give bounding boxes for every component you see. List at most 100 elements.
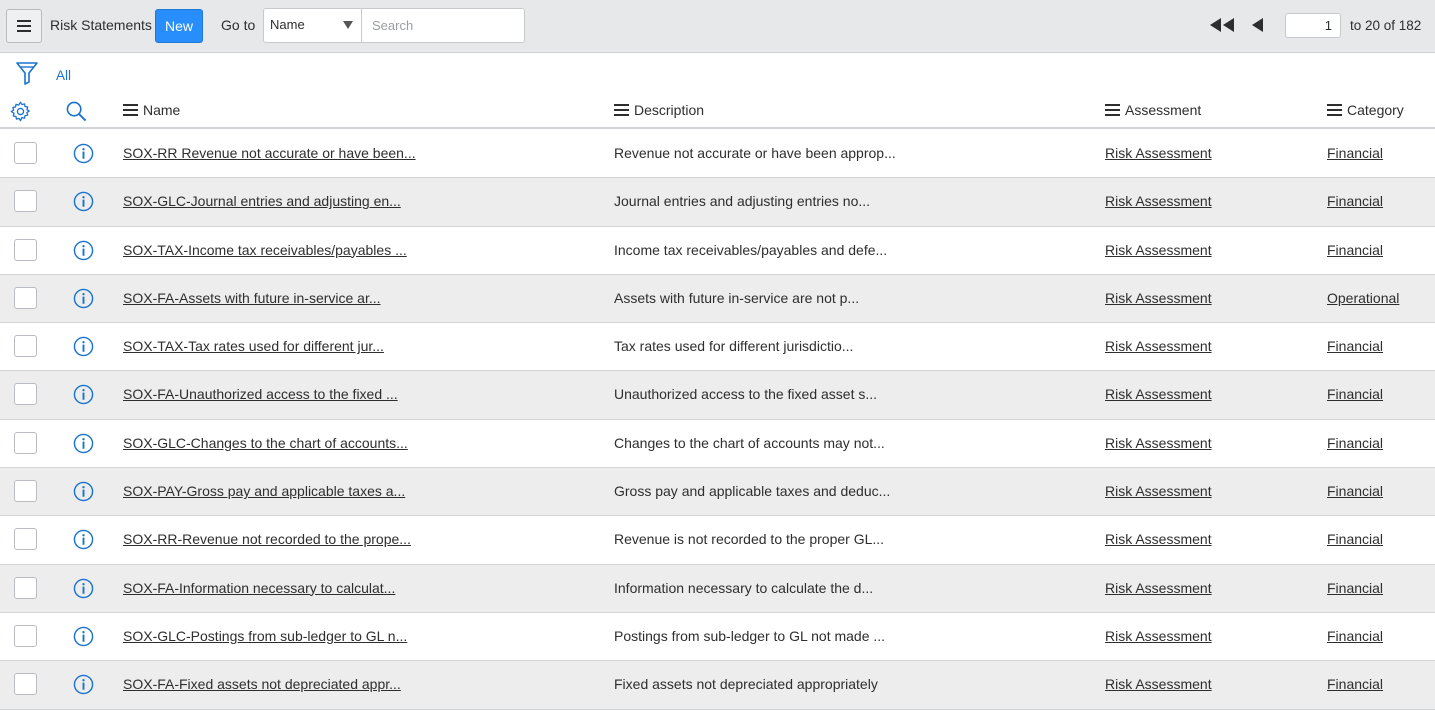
- row-select-cell: [0, 661, 60, 709]
- row-name-link[interactable]: SOX-FA-Unauthorized access to the fixed …: [123, 386, 398, 402]
- row-name-link[interactable]: SOX-RR Revenue not accurate or have been…: [123, 145, 416, 161]
- column-header-name[interactable]: Name: [123, 102, 180, 118]
- row-checkbox[interactable]: [14, 624, 37, 647]
- row-checkbox[interactable]: [14, 238, 37, 261]
- row-assessment-link[interactable]: Risk Assessment: [1105, 145, 1212, 161]
- row-name-link[interactable]: SOX-FA-Information necessary to calculat…: [123, 580, 395, 596]
- goto-field-select[interactable]: Name: [263, 8, 362, 43]
- info-circle-icon[interactable]: [73, 433, 94, 454]
- row-name-link[interactable]: SOX-RR-Revenue not recorded to the prope…: [123, 531, 411, 547]
- info-circle-icon[interactable]: [73, 191, 94, 212]
- goto-field-value: Name: [270, 17, 305, 32]
- table-row: SOX-FA-Fixed assets not depreciated appr…: [0, 661, 1435, 710]
- row-description: Fixed assets not depreciated appropriate…: [614, 676, 878, 693]
- list-header-bar: Risk Statements New Go to Name to 20 of …: [0, 0, 1435, 53]
- row-category-link[interactable]: Financial: [1327, 338, 1383, 354]
- column-menu-icon: [123, 104, 138, 116]
- column-header-category[interactable]: Category: [1327, 102, 1404, 118]
- column-header-row: Name Description Assessment Category: [0, 92, 1435, 129]
- row-select-cell: [0, 564, 60, 612]
- row-description: Income tax receivables/payables and defe…: [614, 241, 888, 258]
- row-checkbox[interactable]: [14, 431, 37, 454]
- table-row: SOX-GLC-Postings from sub-ledger to GL n…: [0, 612, 1435, 662]
- column-header-assessment[interactable]: Assessment: [1105, 102, 1201, 118]
- info-circle-icon[interactable]: [73, 336, 94, 357]
- row-category-link[interactable]: Financial: [1327, 435, 1383, 451]
- row-category-link[interactable]: Financial: [1327, 386, 1383, 402]
- info-circle-icon[interactable]: [73, 481, 94, 502]
- info-circle-icon[interactable]: [73, 626, 94, 647]
- column-label-description: Description: [634, 102, 705, 118]
- row-assessment-link[interactable]: Risk Assessment: [1105, 193, 1212, 209]
- column-menu-icon: [614, 104, 629, 116]
- row-name-link[interactable]: SOX-TAX-Tax rates used for different jur…: [123, 338, 384, 354]
- info-circle-icon[interactable]: [73, 143, 94, 164]
- row-checkbox[interactable]: [14, 528, 37, 551]
- column-header-description[interactable]: Description: [614, 102, 704, 118]
- row-checkbox[interactable]: [14, 335, 37, 358]
- row-category-link[interactable]: Financial: [1327, 483, 1383, 499]
- row-assessment-link[interactable]: Risk Assessment: [1105, 628, 1212, 644]
- row-select-cell: [0, 419, 60, 468]
- row-category-link[interactable]: Financial: [1327, 531, 1383, 547]
- table-row: SOX-RR-Revenue not recorded to the prope…: [0, 516, 1435, 565]
- column-label-assessment: Assessment: [1125, 102, 1202, 118]
- row-description: Revenue not accurate or have been approp…: [614, 145, 896, 161]
- funnel-filter-icon[interactable]: [16, 61, 38, 85]
- row-assessment-link[interactable]: Risk Assessment: [1105, 531, 1212, 547]
- row-checkbox[interactable]: [14, 142, 37, 164]
- row-assessment-link[interactable]: Risk Assessment: [1105, 580, 1212, 596]
- row-select-cell: [0, 323, 60, 371]
- info-circle-icon[interactable]: [73, 384, 94, 405]
- table-row: SOX-FA-Assets with future in-service ar.…: [0, 274, 1435, 324]
- row-name-link[interactable]: SOX-PAY-Gross pay and applicable taxes a…: [123, 483, 405, 499]
- row-category-link[interactable]: Financial: [1327, 193, 1383, 209]
- row-name-link[interactable]: SOX-GLC-Postings from sub-ledger to GL n…: [123, 628, 407, 644]
- row-checkbox[interactable]: [14, 383, 37, 406]
- row-name-link[interactable]: SOX-TAX-Income tax receivables/payables …: [123, 242, 407, 258]
- row-checkbox[interactable]: [14, 286, 37, 309]
- gear-icon[interactable]: [10, 101, 31, 122]
- list-table-body: SOX-RR Revenue not accurate or have been…: [0, 130, 1435, 710]
- dropdown-caret-icon: [343, 21, 353, 29]
- row-description: Information necessary to calculate the d…: [614, 579, 874, 596]
- row-checkbox[interactable]: [14, 576, 37, 599]
- row-assessment-link[interactable]: Risk Assessment: [1105, 435, 1212, 451]
- new-button[interactable]: New: [155, 9, 203, 43]
- row-assessment-link[interactable]: Risk Assessment: [1105, 242, 1212, 258]
- row-assessment-link[interactable]: Risk Assessment: [1105, 290, 1212, 306]
- row-category-link[interactable]: Financial: [1327, 580, 1383, 596]
- table-row: SOX-PAY-Gross pay and applicable taxes a…: [0, 468, 1435, 517]
- row-category-link[interactable]: Financial: [1327, 242, 1383, 258]
- row-checkbox[interactable]: [14, 480, 37, 503]
- first-page-icon[interactable]: [1208, 17, 1236, 33]
- row-category-link[interactable]: Financial: [1327, 676, 1383, 692]
- info-circle-icon[interactable]: [73, 240, 94, 261]
- info-circle-icon[interactable]: [73, 578, 94, 599]
- row-name-link[interactable]: SOX-FA-Assets with future in-service ar.…: [123, 290, 381, 306]
- row-assessment-link[interactable]: Risk Assessment: [1105, 338, 1212, 354]
- info-circle-icon[interactable]: [73, 674, 94, 695]
- row-category-link[interactable]: Financial: [1327, 145, 1383, 161]
- row-assessment-link[interactable]: Risk Assessment: [1105, 676, 1212, 692]
- breadcrumb-all[interactable]: All: [56, 68, 71, 83]
- row-category-link[interactable]: Operational: [1327, 290, 1399, 306]
- table-row: SOX-FA-Information necessary to calculat…: [0, 564, 1435, 613]
- row-assessment-link[interactable]: Risk Assessment: [1105, 386, 1212, 402]
- column-menu-icon: [1327, 104, 1342, 116]
- row-checkbox[interactable]: [14, 673, 37, 696]
- row-description: Assets with future in-service are not p.…: [614, 289, 860, 306]
- info-circle-icon[interactable]: [73, 288, 94, 309]
- row-checkbox[interactable]: [14, 190, 37, 213]
- row-name-link[interactable]: SOX-GLC-Changes to the chart of accounts…: [123, 435, 408, 451]
- previous-page-icon[interactable]: [1250, 17, 1264, 33]
- row-name-link[interactable]: SOX-GLC-Journal entries and adjusting en…: [123, 193, 401, 209]
- column-search-icon[interactable]: [66, 101, 87, 122]
- row-assessment-link[interactable]: Risk Assessment: [1105, 483, 1212, 499]
- list-menu-button[interactable]: [6, 9, 42, 43]
- row-category-link[interactable]: Financial: [1327, 628, 1383, 644]
- page-number-input[interactable]: [1285, 13, 1341, 38]
- info-circle-icon[interactable]: [73, 529, 94, 550]
- row-name-link[interactable]: SOX-FA-Fixed assets not depreciated appr…: [123, 676, 401, 692]
- search-input[interactable]: [361, 8, 525, 43]
